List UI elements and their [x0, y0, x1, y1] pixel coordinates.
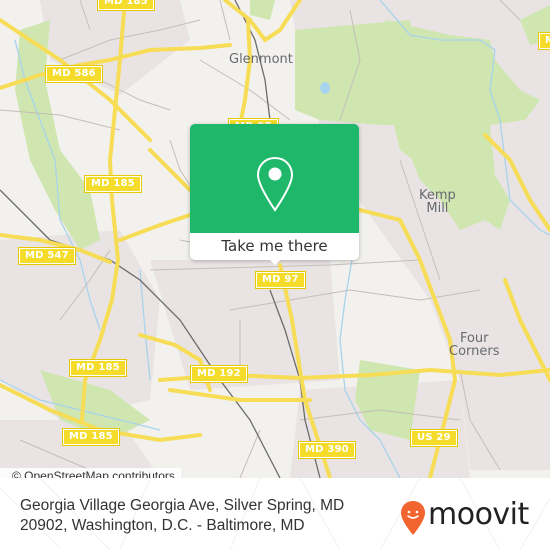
road-shield-md185: MD 185 [62, 428, 120, 446]
road-shield-md185: MD 185 [69, 359, 127, 377]
footer: Georgia Village Georgia Ave, Silver Spri… [0, 478, 550, 550]
take-me-there-button[interactable]: Take me there [190, 233, 359, 260]
road-shield-md547: MD 547 [18, 247, 76, 265]
map-view[interactable]: Glenmont Kemp Mill Four Corners MD 185 M… [0, 0, 550, 478]
place-label-kemp-mill: Kemp Mill [419, 189, 456, 215]
moovit-wordmark: moovit [428, 497, 529, 532]
place-label-glenmont: Glenmont [229, 52, 293, 67]
moovit-pin-icon [401, 501, 425, 535]
road-shield-md192: MD 192 [190, 365, 248, 383]
place-label-four-corners: Four Corners [449, 332, 500, 358]
road-shield-md185: MD 185 [84, 175, 142, 193]
location-popup: Take me there [190, 124, 359, 265]
road-shield-md: MD [538, 32, 550, 50]
popup-pointer [268, 258, 282, 265]
road-shield-md586: MD 586 [45, 65, 103, 83]
four-corners-line2: Corners [449, 344, 500, 359]
address-line1: Georgia Village Georgia Ave, Silver Spri… [20, 497, 345, 514]
road-shield-us29: US 29 [410, 429, 458, 447]
address-text: Georgia Village Georgia Ave, Silver Spri… [20, 496, 360, 536]
road-shield-md185: MD 185 [97, 0, 155, 11]
road-shield-md97: MD 97 [255, 271, 306, 289]
road-shield-md390: MD 390 [298, 441, 356, 459]
location-pin-icon [256, 156, 294, 212]
pond [320, 82, 330, 94]
address-line2: 20902, Washington, D.C. - Baltimore, MD [20, 517, 305, 534]
kemp-mill-line2: Mill [426, 201, 449, 216]
popup-header [190, 124, 359, 233]
map-attribution[interactable]: © OpenStreetMap contributors [0, 468, 181, 478]
